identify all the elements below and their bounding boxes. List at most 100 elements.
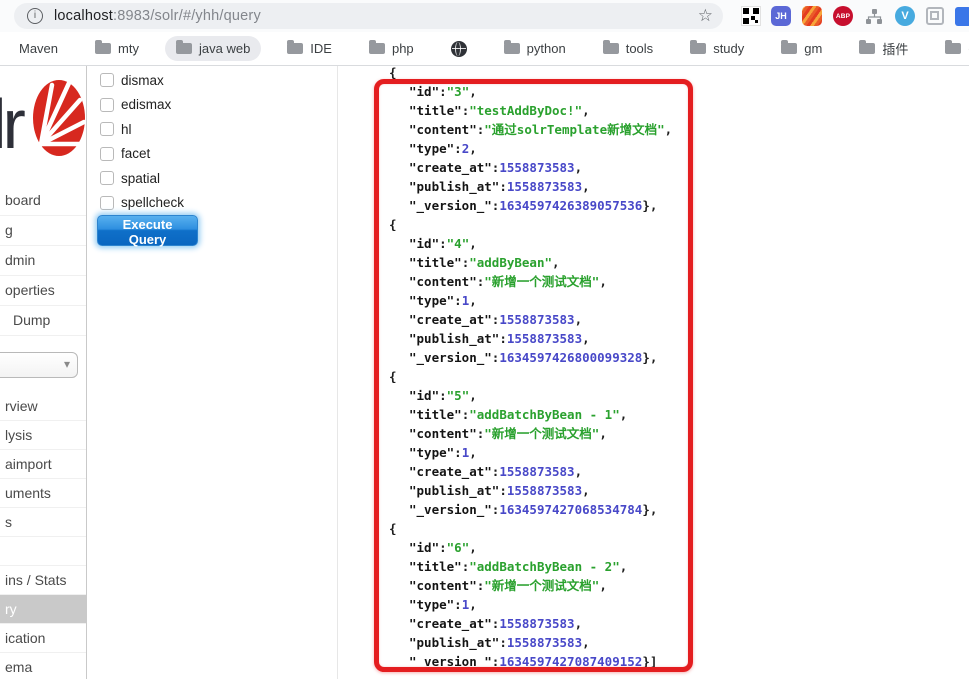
checkbox-row-hl[interactable]: hl (100, 117, 184, 142)
core-menu-item[interactable]: lysis (0, 421, 86, 450)
json-line: "create_at":1558873583, (389, 310, 672, 329)
bookmark-item[interactable]: IDE (276, 36, 343, 61)
query-checkbox-list: dismax edismax hl facet spatial spellcheck (100, 68, 184, 215)
json-line: "create_at":1558873583, (389, 614, 672, 633)
folder-icon (504, 43, 520, 54)
folder-icon (176, 43, 192, 54)
sitemap-extension-icon[interactable] (864, 6, 884, 26)
url-text: localhost:8983/solr/#/yhh/query (54, 8, 261, 24)
core-menu-item[interactable] (0, 537, 86, 566)
execute-query-button[interactable]: Execute Query (97, 215, 198, 246)
bookmark-item[interactable]: study (679, 36, 755, 61)
adblock-extension-icon[interactable]: ABP (833, 6, 853, 26)
bookmark-item[interactable]: tools (592, 36, 664, 61)
bookmark-item[interactable]: git (934, 36, 969, 61)
checkbox-label: dismax (121, 73, 164, 88)
checkbox-row-dismax[interactable]: dismax (100, 68, 184, 93)
checkbox-dismax[interactable] (100, 73, 114, 87)
qr-extension-icon[interactable] (742, 7, 760, 25)
json-line: "title":"addByBean", (389, 253, 672, 272)
folder-icon (287, 43, 303, 54)
checkbox-hl[interactable] (100, 122, 114, 136)
jh-extension-icon[interactable]: JH (771, 6, 791, 26)
sidebar-item[interactable]: dmin (0, 246, 86, 276)
json-line: "create_at":1558873583, (389, 462, 672, 481)
core-menu-item[interactable]: ry (0, 595, 86, 624)
json-line: { (389, 367, 672, 386)
json-line: "publish_at":1558873583, (389, 633, 672, 652)
checkbox-label: edismax (121, 97, 171, 112)
json-line: "content":"新增一个测试文档", (389, 576, 672, 595)
sidebar-item[interactable]: board (0, 186, 86, 216)
url-host: localhost (54, 8, 113, 24)
json-line: "title":"testAddByDoc!", (389, 101, 672, 120)
json-line: "_version_":1634597426389057536}, (389, 196, 672, 215)
json-line: "create_at":1558873583, (389, 158, 672, 177)
bookmark-item[interactable]: php (358, 36, 425, 61)
solr-logo: lr (0, 66, 86, 186)
json-response: {"id":"3","title":"testAddByDoc!","conte… (389, 63, 672, 671)
checkbox-row-spellcheck[interactable]: spellcheck (100, 191, 184, 216)
bookmark-item[interactable]: Maven (8, 36, 69, 61)
folder-icon (95, 43, 111, 54)
site-info-icon[interactable]: i (27, 8, 43, 24)
bookmark-item[interactable]: gm (770, 36, 833, 61)
core-menu-item[interactable]: ins / Stats (0, 566, 86, 595)
json-line: "type":1, (389, 443, 672, 462)
main-menu: boardgdminopertiesDump (0, 186, 86, 336)
bookmark-label: tools (626, 41, 653, 56)
json-line: "id":"4", (389, 234, 672, 253)
json-line: { (389, 519, 672, 538)
flame-extension-icon[interactable] (802, 6, 822, 26)
checkbox-spellcheck[interactable] (100, 196, 114, 210)
sidebar-item[interactable]: g (0, 216, 86, 246)
checkbox-row-edismax[interactable]: edismax (100, 93, 184, 118)
folder-icon (781, 43, 797, 54)
json-line: "content":"通过solrTemplate新增文档", (389, 120, 672, 139)
folder-icon (690, 43, 706, 54)
checkbox-spatial[interactable] (100, 171, 114, 185)
checkbox-edismax[interactable] (100, 98, 114, 112)
json-line: "content":"新增一个测试文档", (389, 424, 672, 443)
json-line: "id":"5", (389, 386, 672, 405)
panel-extension-icon[interactable] (926, 7, 944, 25)
query-options-panel: dismax edismax hl facet spatial spellcheck Ex… (87, 66, 338, 679)
checkbox-row-facet[interactable]: facet (100, 142, 184, 167)
browser-toolbar: i localhost:8983/solr/#/yhh/query ☆ JH A… (0, 0, 969, 32)
browser-window: i localhost:8983/solr/#/yhh/query ☆ JH A… (0, 0, 969, 679)
checkbox-facet[interactable] (100, 147, 114, 161)
checkbox-label: hl (121, 122, 132, 137)
bookmark-item[interactable]: 插件 (848, 34, 919, 63)
bookmark-item[interactable]: python (493, 36, 577, 61)
bookmark-label: java web (199, 41, 250, 56)
clipped-extension-icon[interactable] (955, 7, 969, 26)
bookmark-star-icon[interactable]: ☆ (698, 6, 713, 26)
sidebar-item[interactable]: Dump (0, 306, 86, 336)
sidebar-item[interactable]: operties (0, 276, 86, 306)
bookmark-item[interactable]: mty (84, 36, 150, 61)
v-extension-icon[interactable]: V (895, 6, 915, 26)
core-menu-item[interactable]: ema (0, 653, 86, 679)
bookmark-item[interactable]: java web (165, 36, 261, 61)
core-selector-dropdown[interactable]: ▾ (0, 352, 78, 378)
checkbox-row-spatial[interactable]: spatial (100, 166, 184, 191)
bookmarks-bar: Maven mty java web IDE php python tools studygm… (0, 32, 969, 66)
checkbox-label: spatial (121, 171, 160, 186)
folder-icon (603, 43, 619, 54)
bookmark-label: Maven (19, 41, 58, 56)
address-bar[interactable]: i localhost:8983/solr/#/yhh/query ☆ (14, 3, 723, 29)
core-menu-item[interactable]: ication (0, 624, 86, 653)
json-line: "title":"addBatchByBean - 1", (389, 405, 672, 424)
core-menu-item[interactable]: aimport (0, 450, 86, 479)
json-line: "_version_":1634597427087409152}] (389, 652, 672, 671)
json-line: "id":"3", (389, 82, 672, 101)
core-menu-item[interactable]: s (0, 508, 86, 537)
core-menu-item[interactable]: rview (0, 392, 86, 421)
core-menu-item[interactable]: uments (0, 479, 86, 508)
bookmark-label: IDE (310, 41, 332, 56)
folder-icon (945, 43, 961, 54)
json-line: "type":1, (389, 291, 672, 310)
solr-logo-text: lr (0, 84, 22, 164)
bookmark-label: python (527, 41, 566, 56)
bookmark-item[interactable] (440, 36, 478, 62)
